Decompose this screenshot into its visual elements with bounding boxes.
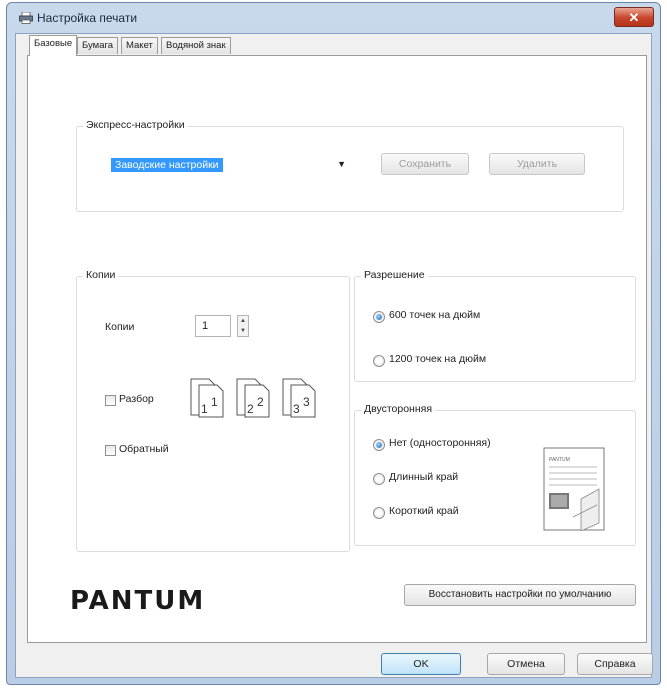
duplex-short-edge-radio[interactable] [373, 507, 385, 519]
collate-page-number: 2 [247, 402, 254, 416]
express-settings-dropdown[interactable]: Заводские настройки ▼ [109, 155, 349, 175]
express-settings-group: Экспресс-настройки Заводские настройки ▼… [76, 119, 624, 212]
delete-preset-button[interactable]: Удалить [489, 153, 585, 175]
help-button[interactable]: Справка [577, 653, 653, 675]
spin-up-icon[interactable]: ▲ [238, 316, 248, 326]
basic-tab-panel: Экспресс-настройки Заводские настройки ▼… [27, 55, 647, 643]
pantum-logo: PANTUM [70, 586, 206, 616]
collate-pages-icon: 1 1 2 2 3 3 [190, 378, 316, 418]
copies-legend: Копии [83, 269, 119, 281]
window-title: Настройка печати [37, 11, 138, 25]
resolution-1200-radio[interactable] [373, 355, 385, 367]
resolution-legend: Разрешение [361, 269, 428, 281]
copies-count-label: Копии [105, 321, 135, 333]
spin-down-icon[interactable]: ▼ [238, 326, 248, 336]
duplex-group: Двусторонняя Нет (односторонняя) Длинный… [354, 403, 636, 546]
tab-basic[interactable]: Базовые [29, 35, 78, 56]
close-button[interactable]: ✕ [614, 7, 654, 27]
duplex-long-edge-radio[interactable] [373, 473, 385, 485]
collate-page-number: 3 [303, 395, 310, 409]
collate-page-number: 3 [293, 402, 300, 416]
title-bar: Настройка печати ✕ [7, 3, 660, 33]
tab-paper[interactable]: Бумага [77, 37, 119, 54]
duplex-long-edge-label: Длинный край [389, 471, 459, 483]
cancel-button[interactable]: Отмена [487, 653, 565, 675]
chevron-down-icon[interactable]: ▼ [337, 159, 346, 169]
express-settings-selected: Заводские настройки [111, 158, 223, 172]
duplex-preview-brand: PANTUM [549, 457, 570, 463]
collate-label: Разбор [119, 393, 154, 405]
express-settings-legend: Экспресс-настройки [83, 119, 188, 131]
resolution-group: Разрешение 600 точек на дюйм 1200 точек … [354, 269, 636, 382]
printer-icon [19, 12, 33, 24]
collate-page-number: 1 [211, 395, 218, 409]
resolution-1200-label: 1200 точек на дюйм [389, 353, 487, 365]
copies-count-input[interactable]: 1 [195, 315, 231, 337]
print-settings-window: Настройка печати ✕ Базовые Бумага Макет … [6, 2, 661, 685]
copies-group: Копии Копии 1 ▲ ▼ Разбор 1 1 2 2 3 3 Обр… [76, 269, 350, 552]
resolution-600-label: 600 точек на дюйм [389, 309, 481, 321]
reverse-label: Обратный [119, 443, 169, 455]
duplex-none-radio[interactable] [373, 439, 385, 451]
tab-watermark[interactable]: Водяной знак [161, 37, 231, 54]
copies-spinner[interactable]: ▲ ▼ [237, 315, 249, 337]
tab-layout[interactable]: Макет [121, 37, 158, 54]
restore-defaults-button[interactable]: Восстановить настройки по умолчанию [404, 584, 636, 606]
resolution-600-radio[interactable] [373, 311, 385, 323]
ok-button[interactable]: OK [381, 653, 461, 675]
duplex-preview-image: PANTUM [543, 447, 605, 531]
collate-checkbox[interactable] [105, 395, 116, 406]
duplex-legend: Двусторонняя [361, 403, 436, 415]
duplex-short-edge-label: Короткий край [389, 505, 459, 517]
collate-page-number: 1 [201, 402, 208, 416]
reverse-checkbox[interactable] [105, 445, 116, 456]
duplex-none-label: Нет (односторонняя) [389, 437, 491, 449]
save-preset-button[interactable]: Сохранить [381, 153, 469, 175]
collate-page-number: 2 [257, 395, 264, 409]
